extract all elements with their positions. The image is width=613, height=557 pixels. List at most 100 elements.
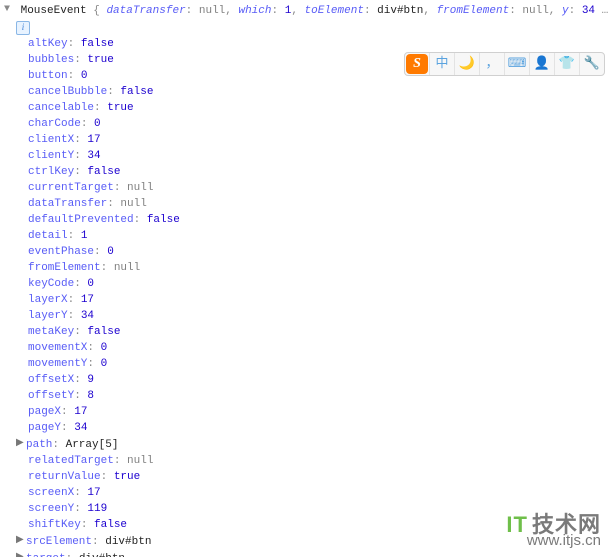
expand-arrow-icon[interactable] — [16, 550, 26, 557]
property-row: metaKey: false — [4, 324, 613, 340]
property-value: 1 — [81, 230, 88, 242]
property-name: fromElement — [28, 262, 101, 274]
property-value: 0 — [101, 342, 108, 354]
moon-icon[interactable]: 🌙 — [455, 53, 480, 75]
property-value: false — [94, 519, 127, 531]
property-name: ctrlKey — [28, 166, 74, 178]
keyboard-icon[interactable]: ⌨ — [505, 53, 530, 75]
expand-arrow-icon[interactable] — [16, 533, 26, 549]
property-name: path — [26, 439, 52, 451]
property-value: null — [120, 198, 146, 210]
property-value: true — [87, 54, 113, 66]
property-row: pageX: 17 — [4, 404, 613, 420]
class-name: MouseEvent — [21, 5, 87, 17]
property-value: false — [147, 214, 180, 226]
property-value: 0 — [87, 278, 94, 290]
property-name: srcElement — [26, 536, 92, 548]
property-value: false — [120, 86, 153, 98]
property-row[interactable]: path: Array[5] — [4, 436, 613, 453]
property-value: Array[5] — [66, 439, 119, 451]
header-summary: dataTransfer: null, which: 1, toElement:… — [106, 5, 595, 17]
property-name: offsetY — [28, 390, 74, 402]
property-row: cancelBubble: false — [4, 84, 613, 100]
property-row: offsetY: 8 — [4, 388, 613, 404]
property-row: screenX: 17 — [4, 485, 613, 501]
person-icon[interactable]: 👤 — [530, 53, 555, 75]
sogou-icon[interactable]: S — [405, 53, 430, 75]
property-row: keyCode: 0 — [4, 276, 613, 292]
property-name: pageY — [28, 422, 61, 434]
property-value: false — [87, 326, 120, 338]
property-row: offsetX: 9 — [4, 372, 613, 388]
property-row: fromElement: null — [4, 260, 613, 276]
property-name: cancelBubble — [28, 86, 107, 98]
expand-arrow-icon[interactable] — [4, 2, 14, 18]
property-list: altKey: falsebubbles: truebutton: 0cance… — [4, 36, 613, 557]
property-row: returnValue: true — [4, 469, 613, 485]
property-name: movementY — [28, 358, 87, 370]
property-name: returnValue — [28, 471, 101, 483]
property-row: charCode: 0 — [4, 116, 613, 132]
property-value: 8 — [87, 390, 94, 402]
property-row: screenY: 119 — [4, 501, 613, 517]
property-value: 34 — [74, 422, 87, 434]
property-value: 0 — [94, 118, 101, 130]
property-value: 17 — [87, 487, 100, 499]
property-value: false — [87, 166, 120, 178]
property-value: div#btn — [105, 536, 151, 548]
property-row: clientX: 17 — [4, 132, 613, 148]
shirt-icon[interactable]: 👕 — [555, 53, 580, 75]
property-value: 17 — [81, 294, 94, 306]
property-value: null — [114, 262, 140, 274]
property-row: defaultPrevented: false — [4, 212, 613, 228]
property-name: offsetX — [28, 374, 74, 386]
property-row: layerY: 34 — [4, 308, 613, 324]
property-name: relatedTarget — [28, 455, 114, 467]
property-name: altKey — [28, 38, 68, 50]
property-value: null — [127, 455, 153, 467]
property-row[interactable]: target: div#btn — [4, 550, 613, 557]
cn-char-icon[interactable]: 中 — [430, 53, 455, 75]
property-row: currentTarget: null — [4, 180, 613, 196]
ime-toolbar: S中🌙，⌨👤👕🔧 — [404, 52, 605, 76]
property-value: true — [107, 102, 133, 114]
property-name: clientY — [28, 150, 74, 162]
property-name: dataTransfer — [28, 198, 107, 210]
property-value: 9 — [87, 374, 94, 386]
property-row: altKey: false — [4, 36, 613, 52]
property-row: detail: 1 — [4, 228, 613, 244]
wrench-icon[interactable]: 🔧 — [580, 53, 604, 75]
property-name: movementX — [28, 342, 87, 354]
property-value: 0 — [81, 70, 88, 82]
property-row: cancelable: true — [4, 100, 613, 116]
property-value: true — [114, 471, 140, 483]
property-row: movementX: 0 — [4, 340, 613, 356]
property-name: shiftKey — [28, 519, 81, 531]
property-name: charCode — [28, 118, 81, 130]
property-name: button — [28, 70, 68, 82]
property-name: keyCode — [28, 278, 74, 290]
property-name: pageX — [28, 406, 61, 418]
property-row: pageY: 34 — [4, 420, 613, 436]
expand-arrow-icon[interactable] — [16, 436, 26, 452]
property-row: ctrlKey: false — [4, 164, 613, 180]
property-row: dataTransfer: null — [4, 196, 613, 212]
property-name: screenX — [28, 487, 74, 499]
info-icon[interactable]: i — [16, 21, 30, 35]
property-name: detail — [28, 230, 68, 242]
console-panel: MouseEvent { dataTransfer: null, which: … — [0, 0, 613, 557]
tree-root-row[interactable]: MouseEvent { dataTransfer: null, which: … — [4, 2, 613, 19]
property-name: bubbles — [28, 54, 74, 66]
property-name: clientX — [28, 134, 74, 146]
property-value: 34 — [87, 150, 100, 162]
property-name: eventPhase — [28, 246, 94, 258]
property-row: layerX: 17 — [4, 292, 613, 308]
property-name: defaultPrevented — [28, 214, 134, 226]
property-value: 0 — [107, 246, 114, 258]
property-name: currentTarget — [28, 182, 114, 194]
property-row: clientY: 34 — [4, 148, 613, 164]
property-row: eventPhase: 0 — [4, 244, 613, 260]
punctuation-icon[interactable]: ， — [480, 53, 505, 75]
property-row[interactable]: srcElement: div#btn — [4, 533, 613, 550]
object-tree: MouseEvent { dataTransfer: null, which: … — [0, 0, 613, 557]
